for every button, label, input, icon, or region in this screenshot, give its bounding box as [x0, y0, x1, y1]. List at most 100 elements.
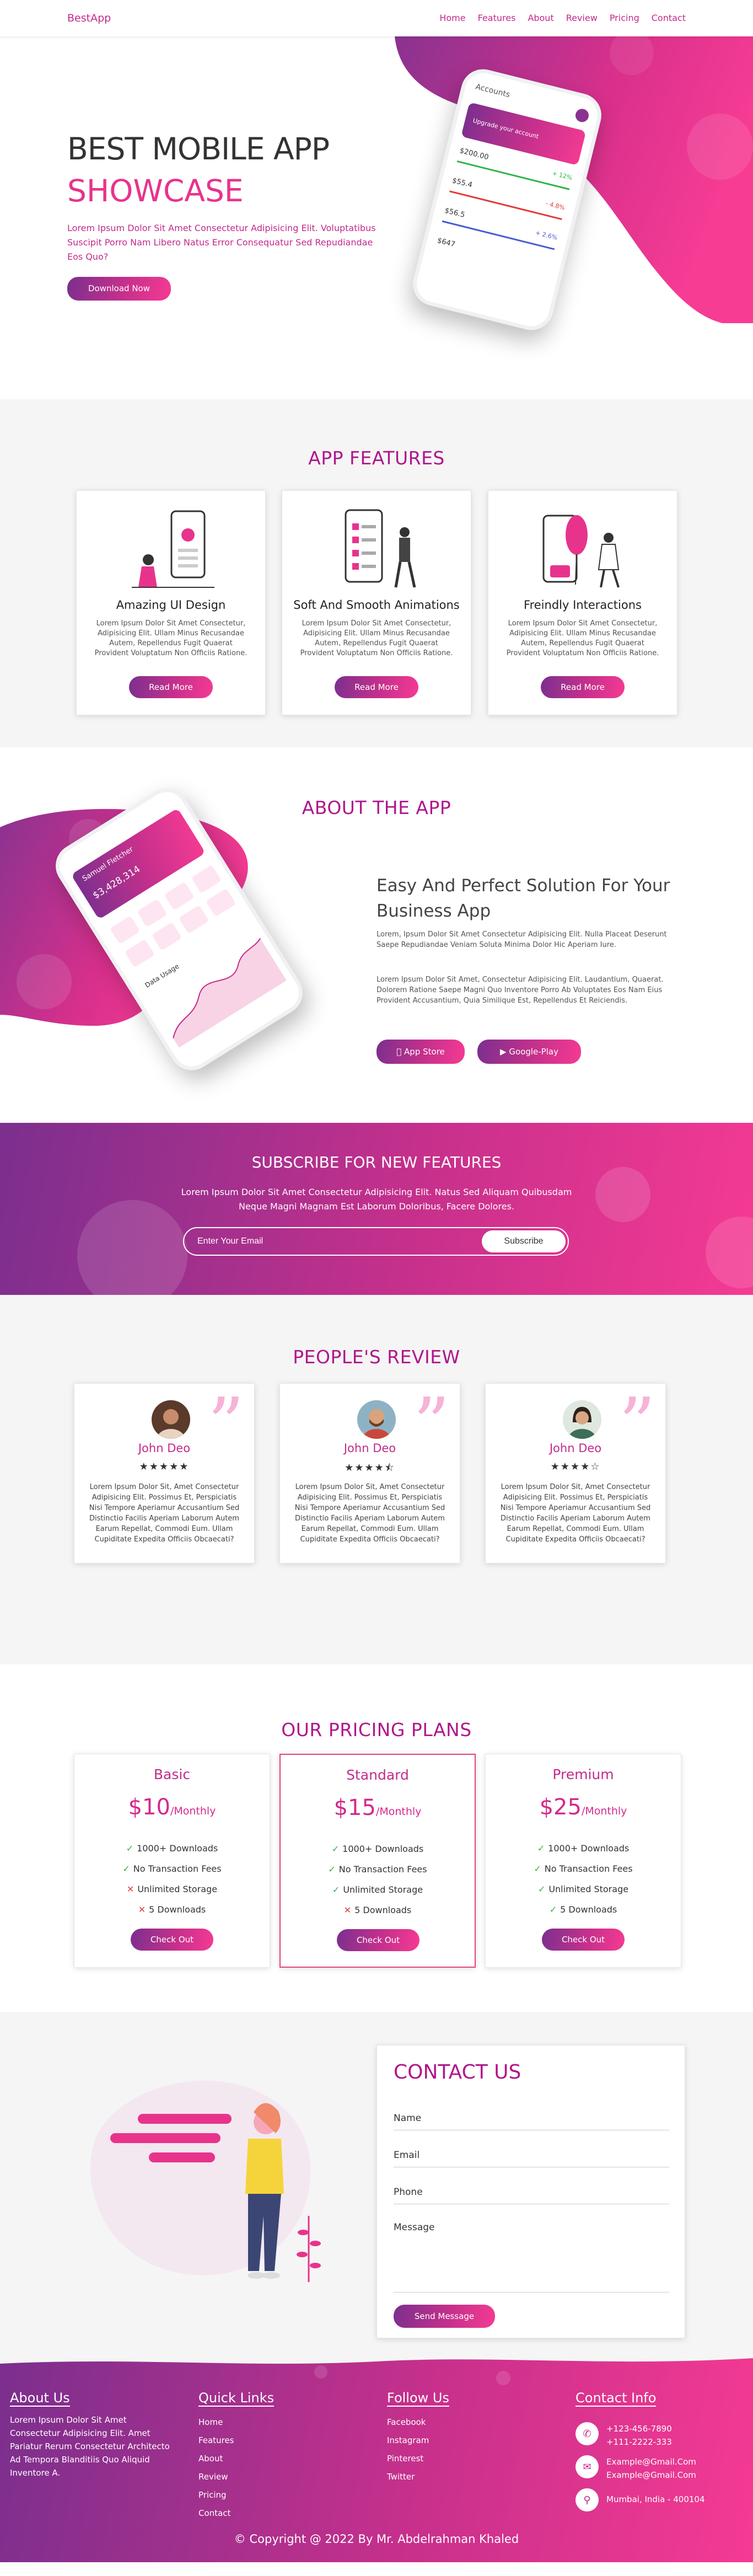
- footer-links: Quick Links Home Features About Review P…: [198, 2390, 275, 2523]
- feature-title: Freindly Interactions: [524, 598, 642, 612]
- apple-icon: : [396, 1047, 401, 1057]
- plan-feature: ✓ No Transaction Fees: [486, 1859, 681, 1879]
- email-field[interactable]: [394, 2149, 669, 2167]
- hero-section: Accounts Upgrade your account $200.00 + …: [0, 36, 753, 399]
- phone-change: + 2.6%: [534, 229, 558, 242]
- google-play-button[interactable]: ▶ Google-Play: [477, 1040, 581, 1064]
- avatar: [563, 1400, 601, 1439]
- footer-link-pricing[interactable]: Pricing: [198, 2486, 274, 2504]
- feature-title: Soft And Smooth Animations: [293, 598, 460, 612]
- phone-tile: [206, 888, 236, 917]
- phone-change: + 12%: [551, 169, 573, 182]
- phone-tile: [164, 881, 195, 911]
- footer-link-pinterest[interactable]: Pinterest: [387, 2450, 449, 2468]
- download-now-button[interactable]: Download Now: [67, 277, 171, 301]
- hero-text: Lorem Ipsum Dolor Sit Amet Consectetur A…: [67, 223, 376, 262]
- footer-link-features[interactable]: Features: [198, 2432, 274, 2450]
- main-nav: Home Features About Review Pricing Conta…: [439, 13, 686, 23]
- plan-feature-label: Unlimited Storage: [137, 1884, 218, 1894]
- footer-link-contact[interactable]: Contact: [198, 2504, 274, 2523]
- footer-link-facebook[interactable]: Facebook: [387, 2413, 449, 2432]
- about-heading: Easy And Perfect Solution For Your Busin…: [376, 876, 670, 921]
- phone-avatar: [574, 107, 590, 124]
- plan-feature: ✓ Unlimited Storage: [281, 1879, 475, 1900]
- plan-price-value: $10: [128, 1795, 170, 1820]
- phone-tile: [178, 905, 209, 934]
- reviewer-name: John Deo: [343, 1442, 396, 1455]
- plan-name: Premium: [552, 1766, 614, 1782]
- plan-feature: ✓ No Transaction Fees: [281, 1859, 475, 1879]
- app-store-button[interactable]:  App Store: [376, 1040, 465, 1064]
- hero-title-accent: SHOWCASE: [67, 173, 244, 208]
- phone-number: +123-456-7890: [606, 2424, 672, 2434]
- footer-follow-title: Follow Us: [387, 2390, 449, 2407]
- footer-link-twitter[interactable]: Twitter: [387, 2468, 449, 2486]
- nav-review[interactable]: Review: [566, 13, 598, 23]
- email-address[interactable]: Example@Gmail.Com: [606, 2455, 696, 2468]
- email-input[interactable]: [197, 1235, 462, 1248]
- star-rating: ★★★★★: [139, 1461, 190, 1472]
- star-rating: ★★★★☆: [550, 1461, 601, 1472]
- review-text: Lorem Ipsum Dolor Sit, Amet Consectetur …: [89, 1483, 240, 1544]
- logo[interactable]: BestApp: [67, 12, 111, 24]
- phone-change: - 4.8%: [545, 200, 566, 212]
- check-out-button[interactable]: Check Out: [131, 1929, 213, 1951]
- footer-link-review[interactable]: Review: [198, 2468, 274, 2486]
- nav-home[interactable]: Home: [439, 13, 465, 23]
- subscribe-title: SUBSCRIBE FOR NEW FEATURES: [251, 1153, 502, 1171]
- phone-tile: [124, 939, 155, 968]
- feature-title: Amazing UI Design: [116, 598, 226, 612]
- check-out-button[interactable]: Check Out: [542, 1929, 625, 1951]
- pricing-title: OUR PRICING PLANS: [281, 1719, 472, 1740]
- read-more-button[interactable]: Read More: [541, 676, 625, 698]
- phone-value: $56.5: [444, 206, 466, 219]
- plan-feature: ✓ No Transaction Fees: [74, 1859, 270, 1879]
- cross-icon: ✕: [126, 1884, 135, 1894]
- read-more-button[interactable]: Read More: [335, 676, 418, 698]
- nav-about[interactable]: About: [528, 13, 553, 23]
- message-field[interactable]: [394, 2222, 669, 2293]
- star-rating: ★★★★⯪: [345, 1462, 395, 1474]
- plan-period: /Monthly: [375, 1806, 422, 1818]
- plan-price: $10/Monthly: [74, 1795, 270, 1820]
- review-text: Lorem Ipsum Dolor Sit, Amet Consectetur …: [294, 1483, 445, 1544]
- footer-link-home[interactable]: Home: [198, 2413, 274, 2432]
- footer-links-title: Quick Links: [198, 2390, 275, 2407]
- footer-email: ✉ Example@Gmail.Com Example@Gmail.Com: [575, 2455, 696, 2482]
- features-title: APP FEATURES: [308, 447, 445, 469]
- name-field[interactable]: [394, 2112, 669, 2130]
- phone-value: $55.4: [451, 176, 474, 190]
- nav-features[interactable]: Features: [478, 13, 516, 23]
- check-icon: ✓: [549, 1904, 557, 1915]
- plan-feature: ✓ Unlimited Storage: [486, 1879, 681, 1899]
- pricing-section: OUR PRICING PLANS Basic $10/Monthly ✓ 1000+…: [0, 1664, 753, 2012]
- send-message-button[interactable]: Send Message: [394, 2305, 495, 2328]
- feature-text: Lorem Ipsum Dolor Sit Amet Consectetur, …: [94, 619, 248, 657]
- plan-feature-label: No Transaction Fees: [338, 1864, 427, 1875]
- read-more-button[interactable]: Read More: [129, 676, 213, 698]
- bubble-decoration: [595, 1167, 650, 1222]
- footer-phone: ✆ +123-456-7890 +111-2222-333: [575, 2422, 672, 2449]
- nav-contact[interactable]: Contact: [652, 13, 686, 23]
- about-section: ABOUT THE APP Samuel Fletcher $3,428,314…: [0, 747, 753, 1123]
- plan-feature-label: 1000+ Downloads: [137, 1843, 218, 1854]
- plan-feature-label: 1000+ Downloads: [548, 1843, 630, 1854]
- plan-period: /Monthly: [170, 1805, 216, 1817]
- contact-title: CONTACT US: [394, 2061, 521, 2084]
- footer-contact-info: Contact Info ✆ +123-456-7890 +111-2222-33…: [575, 2390, 741, 2511]
- subscribe-button[interactable]: Subscribe: [482, 1230, 566, 1252]
- phone-field[interactable]: [394, 2186, 669, 2204]
- footer-link-instagram[interactable]: Instagram: [387, 2432, 449, 2450]
- contact-section: CONTACT US Send Message: [0, 2012, 753, 2354]
- plan-feature-label: 1000+ Downloads: [342, 1844, 424, 1854]
- review-text: Lorem Ipsum Dolor Sit, Amet Consectetur …: [500, 1483, 651, 1544]
- check-out-button[interactable]: Check Out: [337, 1929, 419, 1951]
- subscribe-section: SUBSCRIBE FOR NEW FEATURES Lorem Ipsum D…: [0, 1123, 753, 1295]
- footer-about: About Us Lorem Ipsum Dolor Sit Amet Cons…: [10, 2390, 170, 2479]
- nav-pricing[interactable]: Pricing: [610, 13, 639, 23]
- pricing-card: Basic $10/Monthly ✓ 1000+ Downloads ✓ No Tran…: [74, 1754, 270, 1968]
- email-address[interactable]: Example@Gmail.Com: [606, 2468, 696, 2482]
- phone-banner-text: Upgrade your account: [472, 116, 540, 141]
- footer-link-about[interactable]: About: [198, 2450, 274, 2468]
- copyright: © Copyright @ 2022 By Mr. Abdelrahman Kh…: [234, 2532, 519, 2546]
